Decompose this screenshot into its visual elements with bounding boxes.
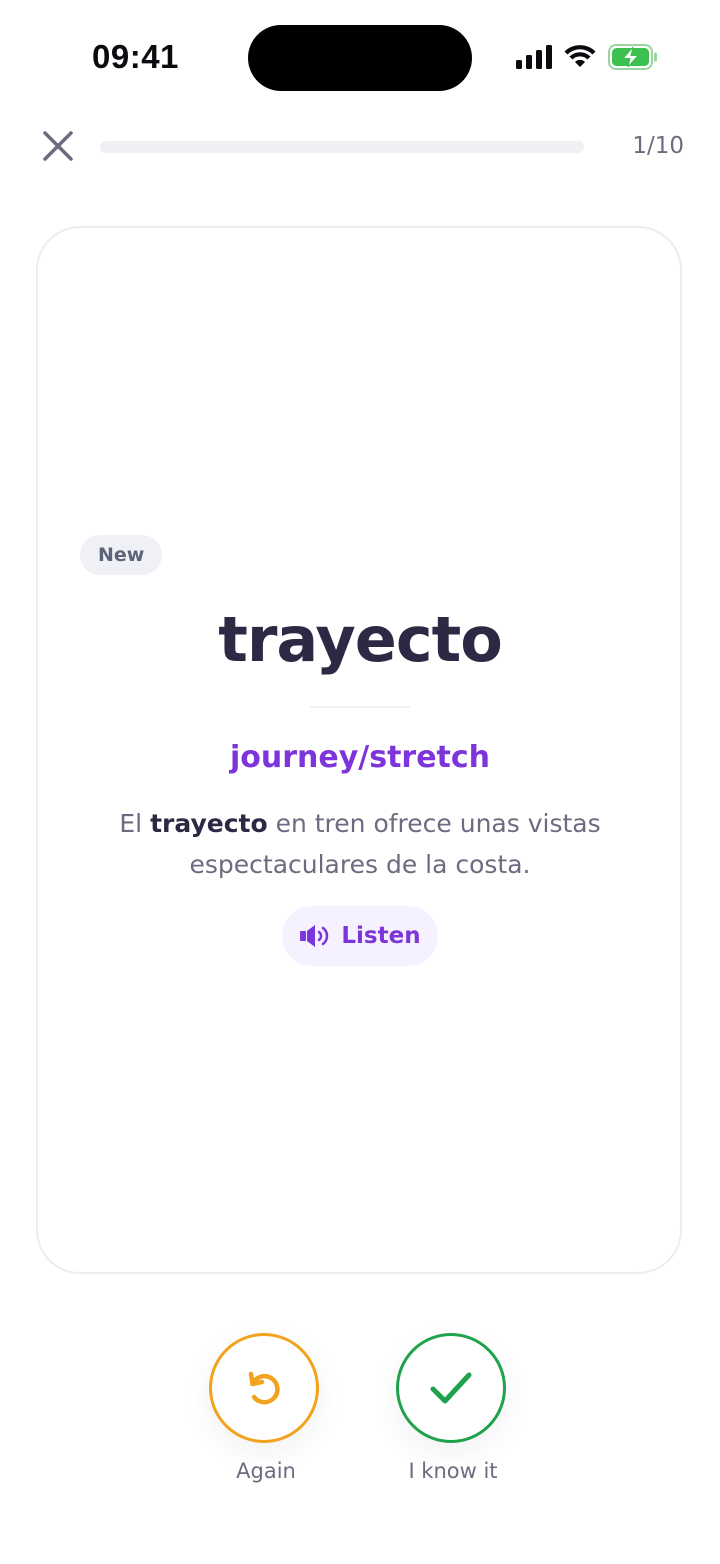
again-action: Again — [209, 1333, 323, 1483]
flashcard-word: trayecto — [218, 603, 503, 676]
divider — [310, 706, 410, 708]
wifi-icon — [564, 45, 596, 67]
listen-label: Listen — [341, 923, 421, 949]
status-time: 09:41 — [92, 38, 179, 75]
progress-bar — [100, 141, 584, 153]
status-badge: New — [80, 535, 163, 575]
example-sentence: El trayecto en tren ofrece unas vistas e… — [110, 803, 610, 885]
flashcard-translation: journey/stretch — [229, 740, 491, 775]
checkmark-icon — [430, 1372, 472, 1404]
dynamic-island — [248, 25, 472, 91]
example-text-before: El — [119, 809, 151, 838]
i-know-it-label: I know it — [408, 1459, 498, 1483]
battery-charging-icon — [608, 44, 657, 70]
cellular-signal-icon — [516, 45, 552, 69]
example-highlight: trayecto — [150, 809, 268, 838]
listen-button[interactable]: Listen — [282, 906, 438, 966]
know-action: I know it — [396, 1333, 510, 1483]
progress-counter: 1/10 — [632, 133, 684, 159]
undo-icon — [248, 1371, 280, 1405]
status-icons — [516, 44, 658, 70]
speaker-icon — [300, 925, 329, 947]
again-button[interactable] — [209, 1333, 319, 1443]
close-icon — [43, 131, 73, 161]
i-know-it-button[interactable] — [396, 1333, 506, 1443]
again-label: Again — [236, 1459, 296, 1483]
close-button[interactable] — [40, 128, 76, 164]
